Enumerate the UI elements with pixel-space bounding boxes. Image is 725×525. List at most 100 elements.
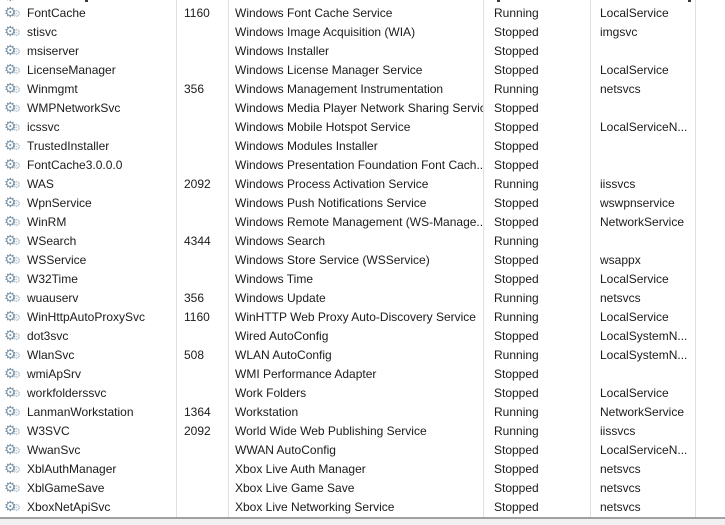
service-status: Running bbox=[494, 348, 539, 362]
gear-icon: ⚙ bbox=[4, 4, 17, 20]
service-row[interactable]: ⚙ ⚙ workfolderssvc Work Folders Stopped Local… bbox=[0, 384, 725, 403]
service-name-cell: ⚙ ⚙ WMPNetworkSvc bbox=[0, 99, 176, 118]
column-separator-pid-description bbox=[228, 0, 229, 517]
service-pid: 1160 bbox=[184, 6, 210, 20]
gear-icon: ⚙ bbox=[4, 23, 17, 39]
service-name-cell: ⚙ ⚙ wuauserv bbox=[0, 289, 176, 308]
service-description: WMI Performance Adapter bbox=[235, 367, 377, 381]
service-status: Stopped bbox=[494, 158, 539, 172]
service-name-cell: ⚙ ⚙ WinHttpAutoProxySvc bbox=[0, 308, 176, 327]
service-group bbox=[590, 137, 695, 156]
service-row[interactable]: ⚙ ⚙ WSService Windows Store Service (WSServ… bbox=[0, 251, 725, 270]
service-group bbox=[590, 42, 695, 61]
gear-icon: ⚙ bbox=[12, 332, 21, 343]
gear-icon: ⚙ bbox=[12, 351, 21, 362]
service-gear-icon: ⚙ ⚙ bbox=[4, 290, 24, 306]
service-name-cell: ⚙ ⚙ WinRM bbox=[0, 213, 176, 232]
service-group: netsvcs bbox=[600, 82, 641, 96]
service-name-label: stisvc bbox=[27, 25, 57, 39]
service-pid: 4344 bbox=[184, 234, 211, 248]
service-row[interactable]: ⚙ ⚙ WSearch 4344 Windows Search Running bbox=[0, 232, 725, 251]
service-status: Stopped bbox=[494, 101, 539, 115]
gear-icon: ⚙ bbox=[12, 104, 21, 115]
service-name-cell: ⚙ ⚙ WSService bbox=[0, 251, 176, 270]
service-row[interactable]: ⚙ ⚙ wuauserv 356 Windows Update Running netsvc… bbox=[0, 289, 725, 308]
service-row[interactable]: ⚙ ⚙ Winmgmt 356 Windows Management Instrumen… bbox=[0, 80, 725, 99]
service-row[interactable]: ⚙ ⚙ WpnService Windows Push Notifications S… bbox=[0, 194, 725, 213]
service-gear-icon: ⚙ ⚙ bbox=[4, 498, 24, 515]
service-gear-icon: ⚙ ⚙ bbox=[4, 157, 24, 173]
service-pid: 2092 bbox=[184, 177, 211, 191]
service-gear-icon: ⚙ ⚙ bbox=[4, 422, 24, 439]
service-row[interactable]: ⚙ ⚙ W3SVC 2092 World Wide Web Publishing Ser… bbox=[0, 422, 725, 441]
service-name-cell: ⚙ ⚙ WSearch bbox=[0, 232, 176, 251]
service-name-label: LicenseManager bbox=[27, 63, 116, 77]
service-pid bbox=[176, 384, 228, 403]
service-gear-icon: ⚙ ⚙ bbox=[4, 442, 24, 458]
service-name-label: wmiApSrv bbox=[27, 367, 82, 381]
service-row[interactable]: ⚙ ⚙ wmiApSrv WMI Performance Adapter Stopped bbox=[0, 365, 725, 384]
service-group: LocalServiceN... bbox=[600, 120, 688, 134]
service-description: Windows License Manager Service bbox=[235, 63, 423, 77]
service-gear-icon: ⚙ ⚙ bbox=[4, 479, 24, 496]
service-row[interactable]: ⚙ ⚙ WMPNetworkSvc Windows Media Player Netw… bbox=[0, 99, 725, 118]
service-row[interactable]: ⚙ ⚙ WlanSvc 508 WLAN AutoConfig Running LocalS… bbox=[0, 346, 725, 365]
service-row[interactable]: ⚙ ⚙ dot3svc Wired AutoConfig Stopped LocalSys… bbox=[0, 327, 725, 346]
service-description: Windows Mobile Hotspot Service bbox=[235, 120, 411, 134]
service-status: Running bbox=[494, 291, 539, 305]
service-name-label: LanmanWorkstation bbox=[27, 405, 134, 419]
service-name-cell: ⚙ ⚙ XblAuthManager bbox=[0, 460, 176, 479]
service-status: Running bbox=[494, 177, 539, 191]
service-gear-icon: ⚙ ⚙ bbox=[4, 214, 24, 230]
service-row[interactable]: ⚙ ⚙ msiserver Windows Installer Stopped bbox=[0, 42, 725, 61]
gear-icon: ⚙ bbox=[4, 498, 17, 514]
gear-icon: ⚙ bbox=[12, 294, 21, 305]
service-status: Stopped bbox=[494, 63, 539, 77]
gear-icon: ⚙ bbox=[4, 479, 17, 495]
service-status: Running bbox=[494, 82, 539, 96]
service-group: iissvcs bbox=[600, 424, 636, 438]
service-name-label: dot3svc bbox=[27, 329, 69, 343]
service-row[interactable]: ⚙ ⚙ XblAuthManager Xbox Live Auth Manager St… bbox=[0, 460, 725, 479]
service-group: LocalService bbox=[600, 63, 669, 77]
service-pid bbox=[176, 270, 228, 289]
service-row[interactable]: ⚙ ⚙ FontCache 1160 Windows Font Cache Servic… bbox=[0, 4, 725, 23]
service-row[interactable]: ⚙ ⚙ WinHttpAutoProxySvc 1160 WinHTTP Web Pro… bbox=[0, 308, 725, 327]
service-row[interactable]: ⚙ ⚙ stisvc Windows Image Acquisition (WIA) S… bbox=[0, 23, 725, 42]
gear-icon: ⚙ bbox=[4, 365, 17, 381]
service-group: netsvcs bbox=[600, 462, 641, 476]
service-row[interactable]: ⚙ ⚙ W32Time Windows Time Stopped LocalService bbox=[0, 270, 725, 289]
service-pid: 1364 bbox=[184, 405, 211, 419]
service-gear-icon: ⚙ ⚙ bbox=[4, 62, 24, 78]
service-row[interactable]: ⚙ ⚙ WwanSvc WWAN AutoConfig Stopped LocalServ… bbox=[0, 441, 725, 460]
service-gear-icon: ⚙ ⚙ bbox=[4, 404, 24, 420]
service-row[interactable]: ⚙ ⚙ LicenseManager Windows License Manager … bbox=[0, 61, 725, 80]
service-gear-icon: ⚙ ⚙ bbox=[4, 271, 24, 287]
gear-icon: ⚙ bbox=[12, 85, 21, 96]
service-name-cell: ⚙ ⚙ Winmgmt bbox=[0, 80, 176, 99]
service-row[interactable]: ⚙ ⚙ FontCache3.0.0.0 Windows Presentation F… bbox=[0, 156, 725, 175]
service-description: Windows Font Cache Service bbox=[235, 6, 393, 20]
service-group bbox=[590, 232, 695, 251]
service-row[interactable]: ⚙ ⚙ icssvc Windows Mobile Hotspot Service St… bbox=[0, 118, 725, 137]
service-gear-icon: ⚙ ⚙ bbox=[4, 461, 24, 477]
service-row[interactable]: ⚙ ⚙ WinRM Windows Remote Management (WS-Man… bbox=[0, 213, 725, 232]
service-row[interactable]: ⚙ ⚙ TrustedInstaller Windows Modules Instal… bbox=[0, 137, 725, 156]
service-group: LocalService bbox=[600, 6, 669, 20]
empty-area bbox=[0, 519, 725, 525]
service-description: Workstation bbox=[235, 405, 299, 419]
service-name-cell: ⚙ ⚙ WwanSvc bbox=[0, 441, 176, 460]
service-row[interactable]: ⚙ ⚙ XblGameSave Xbox Live Game Save Stopped n… bbox=[0, 479, 725, 498]
service-status: Stopped bbox=[494, 443, 539, 457]
service-group: netsvcs bbox=[600, 481, 641, 495]
service-row[interactable]: ⚙ ⚙ LanmanWorkstation 1364 Workstation Runnin… bbox=[0, 403, 725, 422]
service-name-cell: ⚙ ⚙ TrustedInstaller bbox=[0, 137, 176, 156]
service-row[interactable]: ⚙ ⚙ WAS 2092 Windows Process Activation Serv… bbox=[0, 175, 725, 194]
gear-icon: ⚙ bbox=[4, 422, 17, 438]
service-name-label: msiserver bbox=[27, 44, 80, 58]
service-row[interactable]: ⚙ ⚙ XboxNetApiSvc Xbox Live Networking Serv… bbox=[0, 498, 725, 517]
gear-icon: ⚙ bbox=[4, 118, 17, 134]
service-name-cell: ⚙ ⚙ LicenseManager bbox=[0, 61, 176, 80]
service-group: wsappx bbox=[600, 253, 641, 267]
service-name-label: FontCache3.0.0.0 bbox=[27, 158, 123, 172]
